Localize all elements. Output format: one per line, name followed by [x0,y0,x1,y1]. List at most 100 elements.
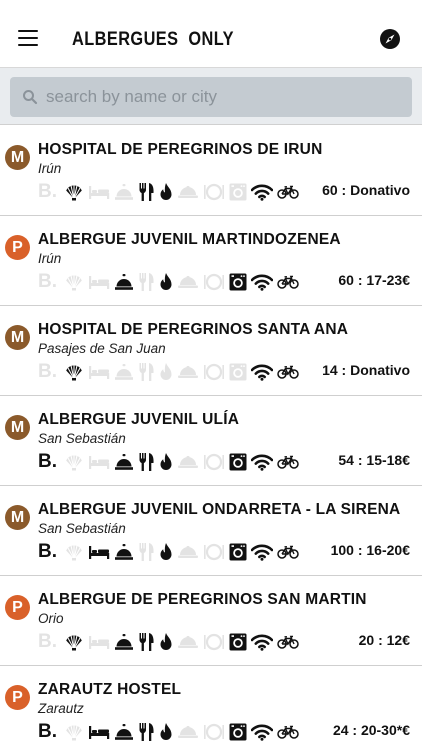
municipal-badge: M [5,415,30,440]
bicycle-icon [277,451,299,473]
amenities-row: B. [38,271,303,293]
search-bar [0,68,422,125]
bed-icon [88,721,110,743]
beds-price: 60 : Donativo [322,182,410,198]
shell-icon [64,631,84,653]
washing-machine-icon [229,451,247,473]
bed-icon [88,181,110,203]
plate-icon [203,181,225,203]
washing-machine-icon [229,361,247,383]
hamburger-menu-icon[interactable] [18,30,40,48]
breakfast-icon: B. [38,631,57,652]
dinner-dish-icon [177,181,199,203]
dinner-dish-icon [177,631,199,653]
fire-icon [159,181,173,203]
plate-icon [203,721,225,743]
cutlery-icon [138,541,155,563]
municipal-badge: M [5,325,30,350]
wifi-icon [251,181,273,203]
albergue-row[interactable]: M HOSPITAL DE PEREGRINOS SANTA ANA Pasajes… [0,306,422,396]
albergue-name: ALBERGUE JUVENIL ULÍA [38,411,240,428]
search-input[interactable] [46,77,406,117]
breakfast-icon: B. [38,181,57,202]
cutlery-icon [138,361,155,383]
fire-icon [159,631,173,653]
plate-icon [203,271,225,293]
albergue-row[interactable]: M HOSPITAL DE PEREGRINOS DE IRUN Irún B. 60 … [0,126,422,216]
wifi-icon [251,361,273,383]
bicycle-icon [277,631,299,653]
albergue-row[interactable]: P ALBERGUE DE PEREGRINOS SAN MARTIN Orio B.… [0,576,422,666]
dinner-dish-icon [177,361,199,383]
reception-bell-icon [114,451,134,473]
amenities-row: B. [38,631,303,653]
municipal-badge: M [5,505,30,530]
shell-icon [64,451,84,473]
wifi-icon [251,541,273,563]
albergue-list: M HOSPITAL DE PEREGRINOS DE IRUN Irún B. 60 … [0,126,422,750]
shell-icon [64,181,84,203]
shell-icon [64,361,84,383]
plate-icon [203,361,225,383]
beds-price: 24 : 20-30*€ [332,722,410,738]
plate-icon [203,541,225,563]
beds-price: 60 : 17-23€ [338,272,410,288]
albergue-city: Irún [38,161,62,176]
compass-icon[interactable] [379,28,401,50]
app-title: ALBERGUES ONLY [72,29,235,50]
washing-machine-icon [229,541,247,563]
albergue-city: Irún [38,251,62,266]
dinner-dish-icon [177,451,199,473]
cutlery-icon [138,271,155,293]
albergue-name: ALBERGUE JUVENIL MARTINDOZENEA [38,231,341,248]
beds-price: 20 : 12€ [358,632,410,648]
amenities-row: B. [38,721,303,743]
bed-icon [88,631,110,653]
fire-icon [159,271,173,293]
wifi-icon [251,631,273,653]
breakfast-icon: B. [38,721,57,742]
amenities-row: B. [38,541,303,563]
albergue-city: San Sebastián [38,521,126,536]
cutlery-icon [138,181,155,203]
fire-icon [159,721,173,743]
wifi-icon [251,721,273,743]
albergue-city: San Sebastián [38,431,126,446]
amenities-row: B. [38,451,303,473]
wifi-icon [251,271,273,293]
search-box [10,77,412,117]
bicycle-icon [277,361,299,383]
albergue-row[interactable]: M ALBERGUE JUVENIL ULÍA San Sebastián B. 54 … [0,396,422,486]
albergue-name: ALBERGUE JUVENIL ONDARRETA - LA SIRENA [38,501,401,518]
wifi-icon [251,451,273,473]
bed-icon [88,541,110,563]
albergue-name: ALBERGUE DE PEREGRINOS SAN MARTIN [38,591,367,608]
private-badge: P [5,235,30,260]
bicycle-icon [277,181,299,203]
shell-icon [64,541,84,563]
dinner-dish-icon [177,541,199,563]
breakfast-icon: B. [38,451,57,472]
albergue-row[interactable]: P ZARAUTZ HOSTEL Zarautz B. 24 : 20-30*€ [0,666,422,750]
plate-icon [203,631,225,653]
app-header: ALBERGUES ONLY [0,0,422,68]
amenities-row: B. [38,361,303,383]
albergue-city: Zarautz [38,701,84,716]
reception-bell-icon [114,541,134,563]
breakfast-icon: B. [38,271,57,292]
albergue-name: ZARAUTZ HOSTEL [38,681,182,698]
shell-icon [64,271,84,293]
cutlery-icon [138,451,155,473]
reception-bell-icon [114,271,134,293]
reception-bell-icon [114,181,134,203]
bicycle-icon [277,271,299,293]
dinner-dish-icon [177,721,199,743]
albergue-row[interactable]: P ALBERGUE JUVENIL MARTINDOZENEA Irún B. 60 … [0,216,422,306]
albergue-row[interactable]: M ALBERGUE JUVENIL ONDARRETA - LA SIRENA S… [0,486,422,576]
reception-bell-icon [114,631,134,653]
albergue-name: HOSPITAL DE PEREGRINOS SANTA ANA [38,321,349,338]
breakfast-icon: B. [38,541,57,562]
dinner-dish-icon [177,271,199,293]
breakfast-icon: B. [38,361,57,382]
albergue-city: Pasajes de San Juan [38,341,166,356]
